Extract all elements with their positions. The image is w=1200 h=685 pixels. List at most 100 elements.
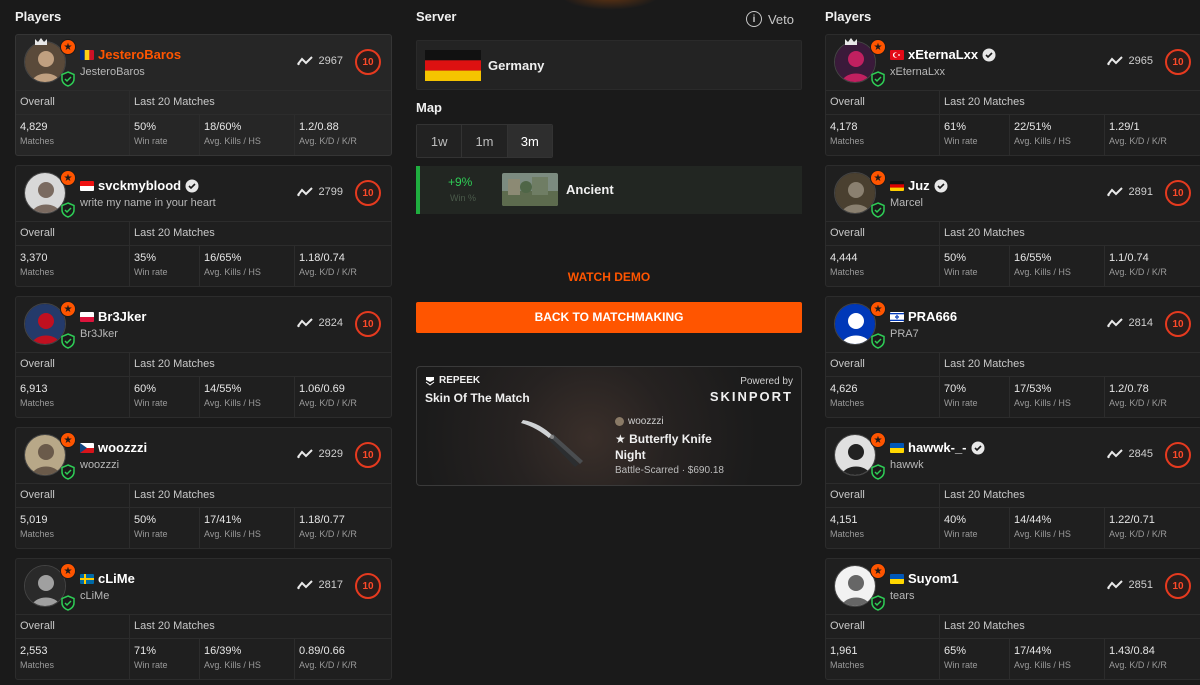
stats-header: Overall Last 20 Matches <box>826 222 1200 246</box>
avatar-wrap: ★ <box>834 301 886 349</box>
stat-value: 3,370 <box>20 252 48 264</box>
player-card-header: ★ woozzzi woozzzi 2929 10 <box>16 428 391 484</box>
elo-display: 2845 <box>1106 448 1153 460</box>
stat-value: 6,913 <box>20 383 48 395</box>
elo-display: 2824 <box>296 317 343 329</box>
stat-cell: 0.89/0.66 Avg. K/D / K/R <box>295 639 391 679</box>
stat-value: 17/53% <box>1014 383 1052 395</box>
stat-label: Avg. K/D / K/R <box>1109 136 1167 146</box>
skin-owner-name: woozzzi <box>628 416 664 427</box>
skill-level-badge: 10 <box>1165 573 1191 599</box>
player-nickname[interactable]: hawwk-_- <box>908 440 967 455</box>
back-to-matchmaking-button[interactable]: BACK TO MATCHMAKING <box>416 302 802 333</box>
player-nickname[interactable]: Br3Jker <box>98 309 146 324</box>
player-nickname[interactable]: JesteroBaros <box>98 47 181 62</box>
team-left-title: Players <box>15 9 62 24</box>
stat-value: 40% <box>944 514 967 526</box>
skill-level-badge: 10 <box>1165 180 1191 206</box>
match-info-panel: Server i Veto Germany Map 1w 1m 3m +9% W… <box>416 0 802 486</box>
overall-label: Overall <box>826 222 940 245</box>
stat-cell: 4,444 Matches <box>826 246 940 286</box>
player-card[interactable]: ★ Br3Jker Br3Jker 2824 10 Overall Last 20 Matc… <box>15 296 392 418</box>
tab-3m[interactable]: 3m <box>507 125 552 157</box>
stat-cell: 3,370 Matches <box>16 246 130 286</box>
stat-label: Matches <box>20 529 55 539</box>
overall-label: Overall <box>826 615 940 638</box>
veto-button[interactable]: i Veto <box>745 11 794 27</box>
player-nickname[interactable]: Juz <box>908 178 930 193</box>
stat-cell: 1,961 Matches <box>826 639 940 679</box>
stat-cell: 40% Win rate <box>940 508 1010 548</box>
stat-cell: 22/51% Avg. Kills / HS <box>1010 115 1105 155</box>
elo-value: 2967 <box>318 55 343 67</box>
stat-label: Matches <box>20 660 55 670</box>
player-card[interactable]: ★ hawwk-_- hawwk 2845 10 Overall Last 20 Match… <box>825 427 1200 549</box>
rank-star-icon: ★ <box>870 563 886 579</box>
shield-check-icon <box>870 71 886 87</box>
player-card[interactable]: ★ woozzzi woozzzi 2929 10 Overall Last 20 Matc… <box>15 427 392 549</box>
elo-value: 2851 <box>1128 579 1153 591</box>
info-icon: i <box>745 11 762 27</box>
avatar-wrap: ★ <box>24 38 76 87</box>
last-matches-label: Last 20 Matches <box>944 227 1025 239</box>
last-matches-label: Last 20 Matches <box>944 489 1025 501</box>
player-card[interactable]: ★ PRA666 PRA7 2814 10 Overall Last 20 Matches 4… <box>825 296 1200 418</box>
player-card[interactable]: ★ xEternaLxx xEternaLxx 2965 10 Overall Last 2… <box>825 34 1200 156</box>
stat-label: Avg. Kills / HS <box>204 529 261 539</box>
stat-cell: 1.29/1 Avg. K/D / K/R <box>1105 115 1200 155</box>
player-card[interactable]: ★ Juz Marcel 2891 10 Overall Last 20 Matches 4,… <box>825 165 1200 287</box>
germany-flag-icon <box>425 50 481 81</box>
stats-row: 4,151 Matches 40% Win rate 14/44% Avg. Kills … <box>826 508 1200 548</box>
elo-trend-icon <box>1106 56 1123 66</box>
stats-header: Overall Last 20 Matches <box>826 353 1200 377</box>
player-card[interactable]: ★ JesteroBaros JesteroBaros 2967 10 Overall La… <box>15 34 392 156</box>
stat-label: Avg. Kills / HS <box>204 136 261 146</box>
elo-display: 2967 <box>296 55 343 67</box>
player-nickname[interactable]: cLiMe <box>98 571 135 586</box>
rank-star-icon: ★ <box>870 39 886 55</box>
server-name: Germany <box>488 58 545 73</box>
skill-level-badge: 10 <box>1165 311 1191 337</box>
stat-cell: 16/55% Avg. Kills / HS <box>1010 246 1105 286</box>
tab-1m[interactable]: 1m <box>462 125 508 157</box>
player-card[interactable]: ★ cLiMe cLiMe 2817 10 Overall Last 20 Matches 2… <box>15 558 392 680</box>
stat-cell: 4,829 Matches <box>16 115 130 155</box>
stat-cell: 4,626 Matches <box>826 377 940 417</box>
player-card-header: ★ Suyom1 tears 2851 10 <box>826 559 1200 615</box>
skin-title: Skin Of The Match <box>425 391 530 405</box>
stat-value: 1.2/0.78 <box>1109 383 1149 395</box>
stat-label: Win rate <box>134 398 168 408</box>
avatar-wrap: ★ <box>24 170 76 218</box>
skin-of-the-match-card[interactable]: REPEEK Skin Of The Match Powered by SKIN… <box>416 366 802 486</box>
player-name-line: Br3Jker <box>80 309 146 324</box>
stat-cell: 71% Win rate <box>130 639 200 679</box>
stat-cell: 1.06/0.69 Avg. K/D / K/R <box>295 377 391 417</box>
stat-value: 1.43/0.84 <box>1109 645 1155 657</box>
stat-label: Avg. K/D / K/R <box>299 660 357 670</box>
elo-display: 2891 <box>1106 186 1153 198</box>
player-card[interactable]: ★ svckmyblood write my name in your heart 2… <box>15 165 392 287</box>
player-card[interactable]: ★ Suyom1 tears 2851 10 Overall Last 20 Matches… <box>825 558 1200 680</box>
player-nickname[interactable]: svckmyblood <box>98 178 181 193</box>
stat-value: 4,178 <box>830 121 858 133</box>
stats-row: 4,444 Matches 50% Win rate 16/55% Avg. Kills … <box>826 246 1200 286</box>
skin-item-detail: Battle-Scarred · $690.18 <box>615 465 724 476</box>
player-nickname[interactable]: PRA666 <box>908 309 957 324</box>
player-nickname[interactable]: woozzzi <box>98 440 147 455</box>
stat-value: 1.22/0.71 <box>1109 514 1155 526</box>
elo-display: 2965 <box>1106 55 1153 67</box>
avatar-wrap: ★ <box>24 301 76 349</box>
stat-label: Avg. Kills / HS <box>1014 136 1071 146</box>
elo-display: 2817 <box>296 579 343 591</box>
tab-1w[interactable]: 1w <box>417 125 463 157</box>
stat-label: Avg. Kills / HS <box>1014 529 1071 539</box>
player-name-line: PRA666 <box>890 309 957 324</box>
player-nickname[interactable]: xEternaLxx <box>908 47 978 62</box>
team-right: Players ★ xEternaLxx xEternaLxx 2965 10 Overa… <box>825 0 1200 685</box>
map-row-ancient[interactable]: +9% Win % Ancient <box>416 166 802 214</box>
elo-display: 2814 <box>1106 317 1153 329</box>
watch-demo-link[interactable]: WATCH DEMO <box>416 270 802 290</box>
overall-label: Overall <box>16 353 130 376</box>
repeek-brand: REPEEK <box>439 375 481 386</box>
player-nickname[interactable]: Suyom1 <box>908 571 959 586</box>
